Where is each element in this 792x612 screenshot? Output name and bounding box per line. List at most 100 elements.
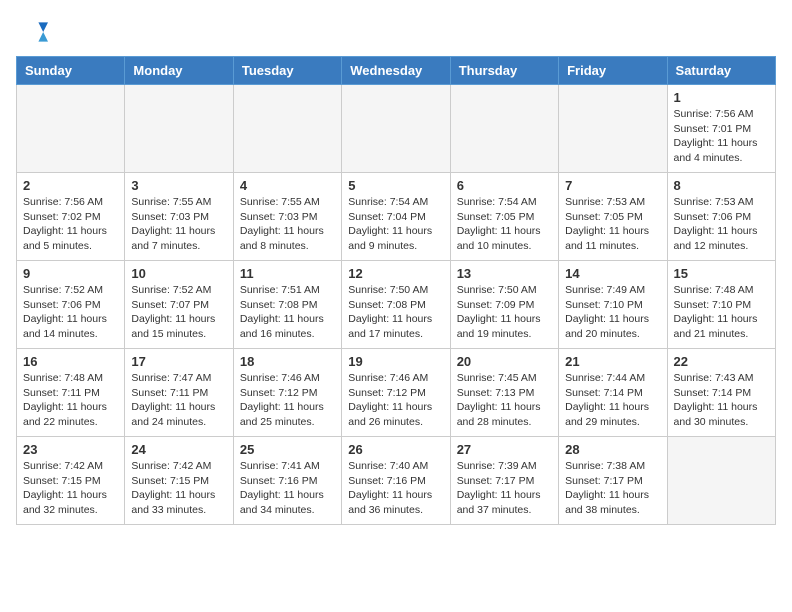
day-number: 24 bbox=[131, 442, 226, 457]
day-info: Sunrise: 7:56 AMSunset: 7:02 PMDaylight:… bbox=[23, 195, 118, 254]
calendar-week-row: 16 Sunrise: 7:48 AMSunset: 7:11 PMDayligh… bbox=[17, 349, 776, 437]
day-info: Sunrise: 7:50 AMSunset: 7:08 PMDaylight:… bbox=[348, 283, 443, 342]
calendar-day-cell: 24 Sunrise: 7:42 AMSunset: 7:15 PMDayligh… bbox=[125, 437, 233, 525]
logo-icon bbox=[16, 16, 48, 48]
day-info: Sunrise: 7:38 AMSunset: 7:17 PMDaylight:… bbox=[565, 459, 660, 518]
day-info: Sunrise: 7:49 AMSunset: 7:10 PMDaylight:… bbox=[565, 283, 660, 342]
calendar-day-cell: 18Sunrise: 7:46 AMSunset: 7:12 PMDayligh… bbox=[233, 349, 341, 437]
day-number: 28 bbox=[565, 442, 660, 457]
calendar-week-row: 23 Sunrise: 7:42 AMSunset: 7:15 PMDayligh… bbox=[17, 437, 776, 525]
day-info: Sunrise: 7:54 AMSunset: 7:04 PMDaylight:… bbox=[348, 195, 443, 254]
calendar-day-cell: 10 Sunrise: 7:52 AMSunset: 7:07 PMDayligh… bbox=[125, 261, 233, 349]
calendar-day-cell bbox=[342, 85, 450, 173]
day-number: 20 bbox=[457, 354, 552, 369]
weekday-header: Sunday bbox=[17, 57, 125, 85]
calendar-day-cell: 26 Sunrise: 7:40 AMSunset: 7:16 PMDayligh… bbox=[342, 437, 450, 525]
day-info: Sunrise: 7:47 AMSunset: 7:11 PMDaylight:… bbox=[131, 371, 226, 430]
day-info: Sunrise: 7:42 AMSunset: 7:15 PMDaylight:… bbox=[23, 459, 118, 518]
day-info: Sunrise: 7:55 AMSunset: 7:03 PMDaylight:… bbox=[131, 195, 226, 254]
day-info: Sunrise: 7:45 AMSunset: 7:13 PMDaylight:… bbox=[457, 371, 552, 430]
calendar-day-cell bbox=[125, 85, 233, 173]
day-number: 2 bbox=[23, 178, 118, 193]
day-number: 21 bbox=[565, 354, 660, 369]
day-number: 19 bbox=[348, 354, 443, 369]
calendar-day-cell: 22 Sunrise: 7:43 AMSunset: 7:14 PMDayligh… bbox=[667, 349, 775, 437]
weekday-header: Friday bbox=[559, 57, 667, 85]
calendar-day-cell: 6 Sunrise: 7:54 AMSunset: 7:05 PMDaylight… bbox=[450, 173, 558, 261]
day-number: 3 bbox=[131, 178, 226, 193]
calendar-day-cell: 1Sunrise: 7:56 AMSunset: 7:01 PMDaylight… bbox=[667, 85, 775, 173]
calendar-day-cell: 28 Sunrise: 7:38 AMSunset: 7:17 PMDayligh… bbox=[559, 437, 667, 525]
calendar-day-cell: 3 Sunrise: 7:55 AMSunset: 7:03 PMDaylight… bbox=[125, 173, 233, 261]
day-number: 18 bbox=[240, 354, 335, 369]
calendar-day-cell bbox=[450, 85, 558, 173]
calendar-header: SundayMondayTuesdayWednesdayThursdayFrid… bbox=[17, 57, 776, 85]
calendar-day-cell: 7 Sunrise: 7:53 AMSunset: 7:05 PMDaylight… bbox=[559, 173, 667, 261]
day-number: 27 bbox=[457, 442, 552, 457]
calendar-day-cell: 17 Sunrise: 7:47 AMSunset: 7:11 PMDayligh… bbox=[125, 349, 233, 437]
day-number: 4 bbox=[240, 178, 335, 193]
day-info: Sunrise: 7:48 AMSunset: 7:11 PMDaylight:… bbox=[23, 371, 118, 430]
day-number: 10 bbox=[131, 266, 226, 281]
calendar-day-cell: 15Sunrise: 7:48 AMSunset: 7:10 PMDayligh… bbox=[667, 261, 775, 349]
day-number: 14 bbox=[565, 266, 660, 281]
calendar-week-row: 1Sunrise: 7:56 AMSunset: 7:01 PMDaylight… bbox=[17, 85, 776, 173]
weekday-header: Monday bbox=[125, 57, 233, 85]
day-info: Sunrise: 7:41 AMSunset: 7:16 PMDaylight:… bbox=[240, 459, 335, 518]
calendar-day-cell: 19Sunrise: 7:46 AMSunset: 7:12 PMDayligh… bbox=[342, 349, 450, 437]
calendar-day-cell: 12 Sunrise: 7:50 AMSunset: 7:08 PMDayligh… bbox=[342, 261, 450, 349]
calendar-day-cell: 11 Sunrise: 7:51 AMSunset: 7:08 PMDayligh… bbox=[233, 261, 341, 349]
weekday-header: Saturday bbox=[667, 57, 775, 85]
day-number: 11 bbox=[240, 266, 335, 281]
day-info: Sunrise: 7:44 AMSunset: 7:14 PMDaylight:… bbox=[565, 371, 660, 430]
day-number: 16 bbox=[23, 354, 118, 369]
day-number: 5 bbox=[348, 178, 443, 193]
weekday-header: Thursday bbox=[450, 57, 558, 85]
day-number: 23 bbox=[23, 442, 118, 457]
calendar-day-cell: 2 Sunrise: 7:56 AMSunset: 7:02 PMDaylight… bbox=[17, 173, 125, 261]
day-info: Sunrise: 7:55 AMSunset: 7:03 PMDaylight:… bbox=[240, 195, 335, 254]
day-info: Sunrise: 7:40 AMSunset: 7:16 PMDaylight:… bbox=[348, 459, 443, 518]
calendar-week-row: 9 Sunrise: 7:52 AMSunset: 7:06 PMDaylight… bbox=[17, 261, 776, 349]
calendar-body: 1Sunrise: 7:56 AMSunset: 7:01 PMDaylight… bbox=[17, 85, 776, 525]
day-number: 7 bbox=[565, 178, 660, 193]
day-number: 22 bbox=[674, 354, 769, 369]
calendar-day-cell bbox=[559, 85, 667, 173]
page-header bbox=[16, 16, 776, 48]
calendar-day-cell: 4 Sunrise: 7:55 AMSunset: 7:03 PMDaylight… bbox=[233, 173, 341, 261]
calendar-day-cell bbox=[233, 85, 341, 173]
calendar-day-cell: 14 Sunrise: 7:49 AMSunset: 7:10 PMDayligh… bbox=[559, 261, 667, 349]
calendar-day-cell: 20 Sunrise: 7:45 AMSunset: 7:13 PMDayligh… bbox=[450, 349, 558, 437]
day-info: Sunrise: 7:43 AMSunset: 7:14 PMDaylight:… bbox=[674, 371, 769, 430]
day-number: 9 bbox=[23, 266, 118, 281]
weekday-header: Wednesday bbox=[342, 57, 450, 85]
calendar-day-cell: 27 Sunrise: 7:39 AMSunset: 7:17 PMDayligh… bbox=[450, 437, 558, 525]
day-number: 12 bbox=[348, 266, 443, 281]
day-number: 25 bbox=[240, 442, 335, 457]
day-info: Sunrise: 7:54 AMSunset: 7:05 PMDaylight:… bbox=[457, 195, 552, 254]
day-info: Sunrise: 7:42 AMSunset: 7:15 PMDaylight:… bbox=[131, 459, 226, 518]
day-info: Sunrise: 7:53 AMSunset: 7:05 PMDaylight:… bbox=[565, 195, 660, 254]
day-info: Sunrise: 7:52 AMSunset: 7:07 PMDaylight:… bbox=[131, 283, 226, 342]
calendar-day-cell bbox=[667, 437, 775, 525]
day-info: Sunrise: 7:52 AMSunset: 7:06 PMDaylight:… bbox=[23, 283, 118, 342]
day-number: 17 bbox=[131, 354, 226, 369]
calendar-table: SundayMondayTuesdayWednesdayThursdayFrid… bbox=[16, 56, 776, 525]
day-info: Sunrise: 7:39 AMSunset: 7:17 PMDaylight:… bbox=[457, 459, 552, 518]
calendar-day-cell: 13Sunrise: 7:50 AMSunset: 7:09 PMDayligh… bbox=[450, 261, 558, 349]
day-number: 6 bbox=[457, 178, 552, 193]
calendar-day-cell: 9 Sunrise: 7:52 AMSunset: 7:06 PMDaylight… bbox=[17, 261, 125, 349]
day-info: Sunrise: 7:50 AMSunset: 7:09 PMDaylight:… bbox=[457, 283, 552, 342]
day-info: Sunrise: 7:48 AMSunset: 7:10 PMDaylight:… bbox=[674, 283, 769, 342]
day-number: 26 bbox=[348, 442, 443, 457]
calendar-day-cell: 21 Sunrise: 7:44 AMSunset: 7:14 PMDayligh… bbox=[559, 349, 667, 437]
day-info: Sunrise: 7:53 AMSunset: 7:06 PMDaylight:… bbox=[674, 195, 769, 254]
calendar-day-cell: 8Sunrise: 7:53 AMSunset: 7:06 PMDaylight… bbox=[667, 173, 775, 261]
day-info: Sunrise: 7:51 AMSunset: 7:08 PMDaylight:… bbox=[240, 283, 335, 342]
calendar-day-cell: 16 Sunrise: 7:48 AMSunset: 7:11 PMDayligh… bbox=[17, 349, 125, 437]
weekday-row: SundayMondayTuesdayWednesdayThursdayFrid… bbox=[17, 57, 776, 85]
logo bbox=[16, 16, 52, 48]
weekday-header: Tuesday bbox=[233, 57, 341, 85]
calendar-day-cell: 5 Sunrise: 7:54 AMSunset: 7:04 PMDaylight… bbox=[342, 173, 450, 261]
day-info: Sunrise: 7:56 AMSunset: 7:01 PMDaylight:… bbox=[674, 107, 769, 166]
